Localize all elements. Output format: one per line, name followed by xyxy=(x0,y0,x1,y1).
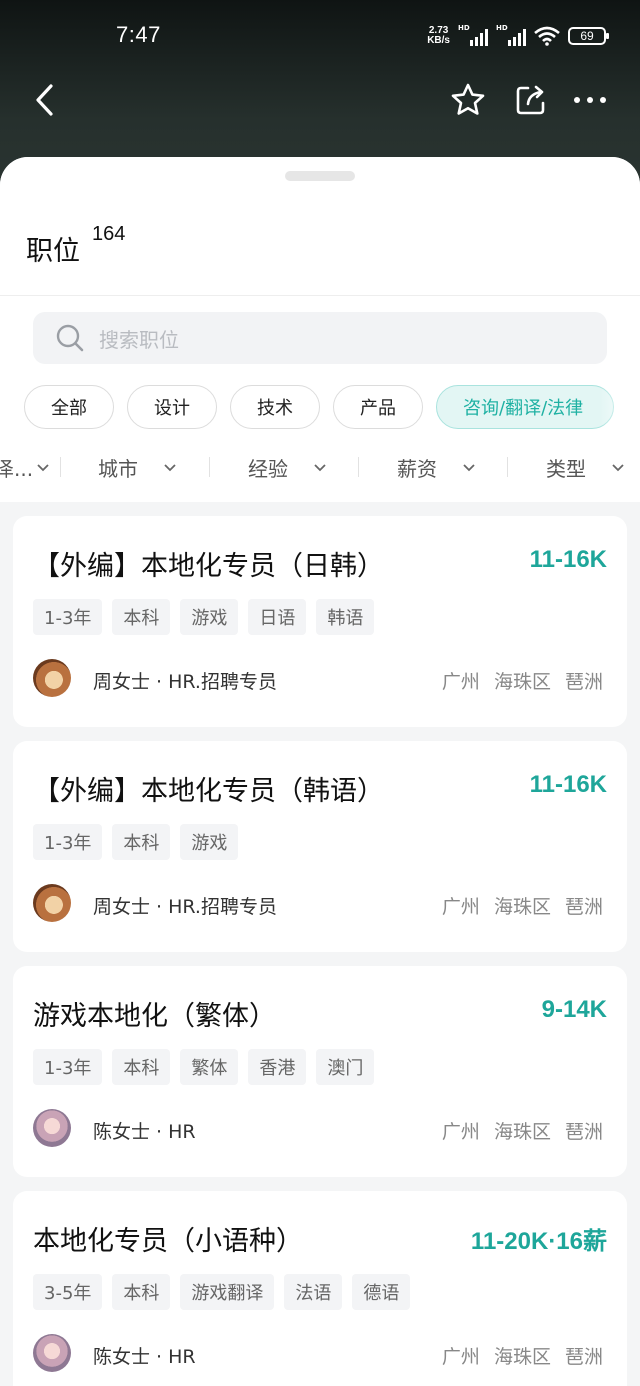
job-tag: 韩语 xyxy=(316,599,375,635)
search-placeholder: 搜索职位 xyxy=(99,327,179,352)
job-title: 本地化专员（小语种） xyxy=(33,1226,303,1257)
job-salary: 11-16K xyxy=(529,546,607,573)
job-tag: 游戏翻译 xyxy=(180,1274,275,1310)
share-icon xyxy=(516,85,545,115)
search-icon xyxy=(56,324,84,352)
network-speed: 2.73 KB/s xyxy=(427,25,450,46)
job-tag: 游戏 xyxy=(180,599,239,635)
job-tag: 澳门 xyxy=(316,1049,375,1085)
filter-experience[interactable]: 经验 xyxy=(248,445,326,489)
job-tag: 3-5年 xyxy=(33,1274,103,1310)
job-tag: 1-3年 xyxy=(33,1049,103,1085)
chips-fade xyxy=(600,379,640,435)
filter-type[interactable]: 类型 xyxy=(546,445,624,489)
category-chip-tech[interactable]: 技术 xyxy=(230,385,320,429)
favorite-button[interactable] xyxy=(448,80,488,120)
battery-indicator: 69 xyxy=(568,27,609,45)
recruiter-info: 陈女士 · HR xyxy=(93,1121,196,1143)
job-title: 【外编】本地化专员（韩语） xyxy=(33,776,384,807)
job-tags: 1-3年 本科 游戏 xyxy=(33,824,239,860)
job-title: 游戏本地化（繁体） xyxy=(33,1001,276,1032)
navigation-bar xyxy=(0,70,640,130)
job-tags: 1-3年 本科 繁体 香港 澳门 xyxy=(33,1049,375,1085)
recruiter-avatar xyxy=(33,1109,71,1147)
star-icon xyxy=(451,83,485,115)
category-chips: 全部 设计 技术 产品 咨询/翻译/法律 xyxy=(24,385,615,429)
job-card[interactable]: 【外编】本地化专员（日韩） 11-16K 1-3年 本科 游戏 日语 韩语 周女… xyxy=(13,516,627,727)
job-card[interactable]: 本地化专员（小语种） 11-20K·16薪 3-5年 本科 游戏翻译 法语 德语… xyxy=(13,1191,627,1386)
job-tag: 本科 xyxy=(112,599,171,635)
job-title: 【外编】本地化专员（日韩） xyxy=(33,551,384,582)
status-indicators: 2.73 KB/s HD HD 69 xyxy=(427,24,609,48)
jobs-sheet: 职位 164 搜索职位 全部 设计 技术 产品 咨询/翻译/法律 泽... 城市… xyxy=(0,157,640,1386)
chevron-down-icon xyxy=(463,464,475,472)
share-button[interactable] xyxy=(511,80,551,120)
divider xyxy=(0,295,640,296)
category-chip-product[interactable]: 产品 xyxy=(333,385,423,429)
sheet-header: 职位 164 搜索职位 全部 设计 技术 产品 咨询/翻译/法律 泽... 城市… xyxy=(0,157,640,502)
job-tag: 本科 xyxy=(112,1049,171,1085)
job-tag: 日语 xyxy=(248,599,307,635)
filter-cut[interactable]: 泽... xyxy=(0,445,49,489)
chevron-down-icon xyxy=(612,464,624,472)
job-location: 广州 海珠区 琶洲 xyxy=(441,896,603,918)
job-count: 164 xyxy=(92,223,126,245)
job-tag: 本科 xyxy=(112,1274,171,1310)
recruiter-info: 周女士 · HR.招聘专员 xyxy=(93,896,277,918)
recruiter-avatar xyxy=(33,1334,71,1372)
more-horizontal-icon xyxy=(574,97,606,103)
job-location: 广州 海珠区 琶洲 xyxy=(441,671,603,693)
recruiter-avatar xyxy=(33,884,71,922)
job-tag: 法语 xyxy=(284,1274,343,1310)
recruiter-avatar xyxy=(33,659,71,697)
job-tag: 1-3年 xyxy=(33,824,103,860)
signal-icon-2: HD xyxy=(496,24,526,46)
more-button[interactable] xyxy=(570,80,610,120)
job-tag: 本科 xyxy=(112,824,171,860)
filter-bar: 泽... 城市 经验 薪资 类型 xyxy=(0,445,640,489)
job-salary: 11-20K·16薪 xyxy=(470,1228,607,1255)
job-location: 广州 海珠区 琶洲 xyxy=(441,1346,603,1368)
chevron-down-icon xyxy=(37,464,49,472)
job-card[interactable]: 游戏本地化（繁体） 9-14K 1-3年 本科 繁体 香港 澳门 陈女士 · H… xyxy=(13,966,627,1177)
job-location: 广州 海珠区 琶洲 xyxy=(441,1121,603,1143)
filter-city[interactable]: 城市 xyxy=(98,445,176,489)
job-salary: 11-16K xyxy=(529,771,607,798)
category-chip-all[interactable]: 全部 xyxy=(24,385,114,429)
job-tags: 1-3年 本科 游戏 日语 韩语 xyxy=(33,599,375,635)
job-salary: 9-14K xyxy=(541,996,607,1023)
status-time: 7:47 xyxy=(116,22,161,47)
search-input[interactable]: 搜索职位 xyxy=(33,312,607,364)
filter-salary[interactable]: 薪资 xyxy=(397,445,475,489)
status-bar: 7:47 2.73 KB/s HD HD 69 xyxy=(0,0,640,56)
back-button[interactable] xyxy=(24,80,64,120)
chevron-down-icon xyxy=(314,464,326,472)
chevron-down-icon xyxy=(164,464,176,472)
drag-handle[interactable] xyxy=(285,171,355,181)
wifi-icon xyxy=(534,26,560,46)
signal-icon: HD xyxy=(458,24,488,46)
job-card[interactable]: 【外编】本地化专员（韩语） 11-16K 1-3年 本科 游戏 周女士 · HR… xyxy=(13,741,627,952)
recruiter-info: 周女士 · HR.招聘专员 xyxy=(93,671,277,693)
job-tags: 3-5年 本科 游戏翻译 法语 德语 xyxy=(33,1274,411,1310)
category-chip-consulting[interactable]: 咨询/翻译/法律 xyxy=(436,385,615,429)
job-tag: 德语 xyxy=(352,1274,411,1310)
job-tag: 繁体 xyxy=(180,1049,239,1085)
job-tag: 1-3年 xyxy=(33,599,103,635)
job-tag: 香港 xyxy=(248,1049,307,1085)
recruiter-info: 陈女士 · HR xyxy=(93,1346,196,1368)
page-title: 职位 xyxy=(26,236,80,267)
category-chip-design[interactable]: 设计 xyxy=(127,385,217,429)
job-tag: 游戏 xyxy=(180,824,239,860)
chevron-left-icon xyxy=(36,84,53,116)
